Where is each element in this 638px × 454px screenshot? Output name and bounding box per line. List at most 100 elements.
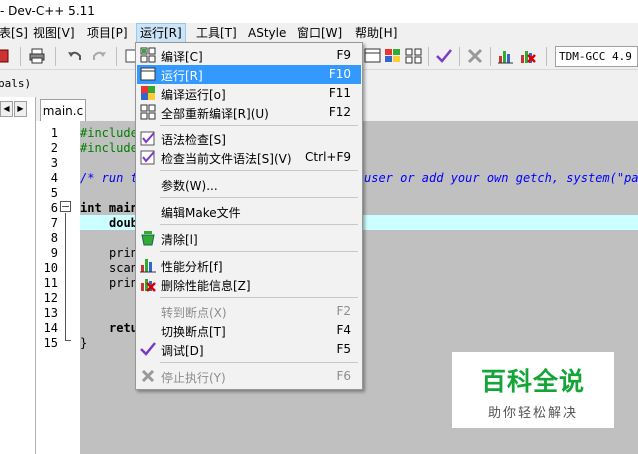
stop-icon (140, 368, 156, 384)
syntax-check-file-icon (140, 149, 156, 165)
toolbar-separator (116, 47, 117, 66)
code-line: int main (80, 201, 138, 215)
code-line: #include (80, 141, 138, 155)
compile-icon (140, 47, 156, 63)
title-bar: - Dev-C++ 5.11 (0, 0, 638, 23)
compile-run-icon (140, 85, 156, 101)
toolbar-stop-icon[interactable] (466, 47, 484, 65)
menu-item-compile-run[interactable]: 编译运行[o] F11 (137, 84, 361, 103)
menu-separator (160, 224, 358, 225)
toolbar-separator (459, 47, 460, 66)
line-number: 9 (50, 246, 58, 260)
line-number: 5 (50, 186, 58, 200)
syntax-check-icon (140, 130, 156, 146)
line-number: 2 (50, 141, 58, 155)
toolbar-separator (20, 47, 21, 66)
run-icon (140, 66, 156, 82)
code-line: #include (80, 126, 138, 140)
clean-icon (140, 230, 156, 246)
rebuild-all-icon (140, 104, 156, 120)
menu-separator (160, 197, 358, 198)
project-panel: ◀ ▶ (0, 97, 36, 454)
menu-item-rebuild-all[interactable]: 全部重新编译[R](U) F12 (137, 103, 361, 122)
tab-main-c[interactable]: main.c (40, 99, 86, 121)
menu-run[interactable]: 运行[R] (136, 23, 186, 43)
menu-item-syntax-check[interactable]: 语法检查[S] (137, 129, 361, 148)
window-title: - Dev-C++ 5.11 (0, 4, 95, 18)
line-number: 8 (50, 231, 58, 245)
toolbar-debug-check-icon[interactable] (435, 47, 453, 65)
line-number: 3 (50, 156, 58, 170)
fold-end (65, 340, 71, 341)
line-number: 6 (50, 201, 58, 215)
line-number: 14 (43, 321, 58, 335)
line-number: 1 (50, 126, 58, 140)
menu-tools[interactable]: 工具[T] (193, 23, 240, 43)
menu-separator (160, 362, 358, 363)
redo-icon[interactable] (90, 47, 108, 65)
menu-separator (160, 251, 358, 252)
menu-item-stop-execution[interactable]: 停止执行(Y) F6 (137, 367, 361, 386)
toolbar-compile-small-icon[interactable] (364, 47, 382, 65)
toolbar-separator (55, 47, 56, 66)
menu-bar: 表[S] 视图[V] 项目[P] 运行[R] 工具[T] AStyle 窗口[W… (0, 23, 638, 43)
code-line: user or add your own getch, system("paus (364, 171, 638, 185)
menu-item-toggle-breakpoint[interactable]: 切换断点[T] F4 (137, 321, 361, 340)
menu-item-clean[interactable]: 清除[l] (137, 229, 361, 248)
menu-item-run[interactable]: 运行[R] F10 (137, 65, 361, 84)
menu-item-delete-profile[interactable]: 删除性能信息[Z] (137, 275, 361, 294)
toolbar-separator (428, 47, 429, 66)
panel-left-arrow-icon[interactable]: ◀ (0, 101, 13, 117)
toolbar-separator (546, 47, 547, 66)
profile-icon (140, 257, 156, 273)
menu-view[interactable]: 视图[V] (30, 23, 78, 43)
toolbar-delete-profile-icon[interactable] (519, 47, 537, 65)
compiler-select[interactable]: TDM-GCC 4.9 (555, 46, 638, 67)
menu-item-goto-breakpoint[interactable]: 转到断点(X) F2 (137, 302, 361, 321)
watermark-title: 百科全说 (480, 367, 585, 396)
code-line: scan (109, 261, 138, 275)
print-icon[interactable] (28, 47, 46, 65)
undo-icon[interactable] (66, 47, 84, 65)
menu-separator (160, 170, 358, 171)
toolbar-profile-icon[interactable] (497, 47, 515, 65)
line-number: 11 (43, 276, 58, 290)
menu-separator (160, 297, 358, 298)
menu-item-parameters[interactable]: 参数(W)... (137, 175, 361, 194)
menu-project[interactable]: 项目[P] (84, 23, 131, 43)
line-number: 15 (43, 336, 58, 350)
line-number: 12 (43, 291, 58, 305)
code-line: doub (109, 216, 138, 230)
toolbar-compile-run-icon[interactable] (384, 47, 402, 65)
line-number: 7 (50, 216, 58, 230)
fold-line (65, 213, 66, 340)
code-line: retu (109, 321, 138, 335)
code-line: } (80, 336, 88, 350)
menu-help[interactable]: 帮助[H] (352, 23, 400, 43)
line-number: 4 (50, 171, 58, 185)
class-combo[interactable]: pals) (0, 77, 31, 90)
fold-toggle-icon[interactable] (60, 201, 71, 212)
menu-item-edit-makefile[interactable]: 编辑Make文件 (137, 202, 361, 221)
toolbar-separator (490, 47, 491, 66)
debug-check-icon (140, 341, 156, 357)
watermark-logo: 百科全说 助你轻松解决 (452, 352, 614, 428)
watermark-subtitle: 助你轻松解决 (487, 406, 578, 421)
menu-window[interactable]: 窗口[W] (294, 23, 345, 43)
run-menu-dropdown: 编译[C] F9 运行[R] F10 编译运行[o] F11 全部重新编译[R]… (135, 42, 363, 390)
menu-item-compile[interactable]: 编译[C] F9 (137, 46, 361, 65)
delete-profile-icon (140, 276, 156, 292)
menu-search[interactable]: 表[S] (0, 23, 31, 43)
code-line: /* run t (80, 171, 138, 185)
line-number: 10 (43, 261, 58, 275)
menu-item-profile[interactable]: 性能分析[f] (137, 256, 361, 275)
line-number: 13 (43, 306, 58, 320)
menu-item-debug[interactable]: 调试[D] F5 (137, 340, 361, 359)
menu-separator (160, 125, 358, 126)
toolbar-rebuild-icon[interactable] (405, 47, 423, 65)
panel-right-arrow-icon[interactable]: ▶ (14, 101, 27, 117)
menu-astyle[interactable]: AStyle (245, 23, 289, 43)
toolbar-project-icon[interactable] (0, 47, 12, 65)
menu-item-syntax-check-file[interactable]: 检查当前文件语法[S](V) Ctrl+F9 (137, 148, 361, 167)
code-line: prin (109, 246, 138, 260)
